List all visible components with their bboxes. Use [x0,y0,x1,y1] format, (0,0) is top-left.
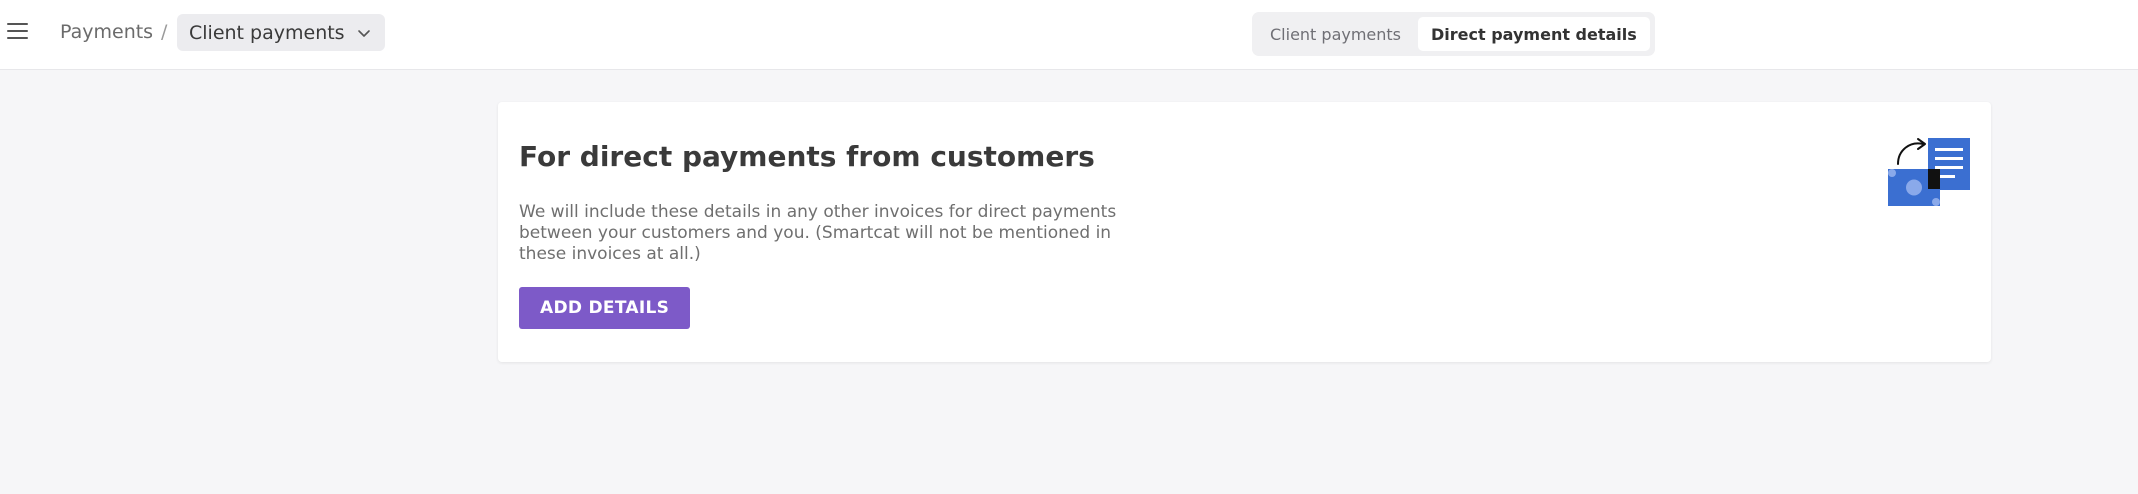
direct-payments-card: For direct payments from customers We wi… [498,102,1991,362]
section-selector-dropdown[interactable]: Client payments [177,14,385,51]
section-selector-label: Client payments [189,21,345,44]
chevron-down-icon [357,29,370,37]
card-description: We will include these details in any oth… [519,202,1117,264]
tab-direct-payment-details[interactable]: Direct payment details [1418,17,1650,51]
card-title: For direct payments from customers [519,140,1095,173]
hamburger-menu-icon[interactable] [7,22,29,42]
breadcrumb-payments[interactable]: Payments [60,21,153,43]
top-bar: Payments / Client payments Client paymen… [0,0,2138,70]
add-details-button[interactable]: ADD DETAILS [519,287,691,329]
money-to-invoice-icon [1888,138,1970,206]
tab-client-payments[interactable]: Client payments [1257,17,1414,51]
breadcrumb-separator: / [161,21,168,43]
view-tabs: Client payments Direct payment details [1252,12,1655,56]
